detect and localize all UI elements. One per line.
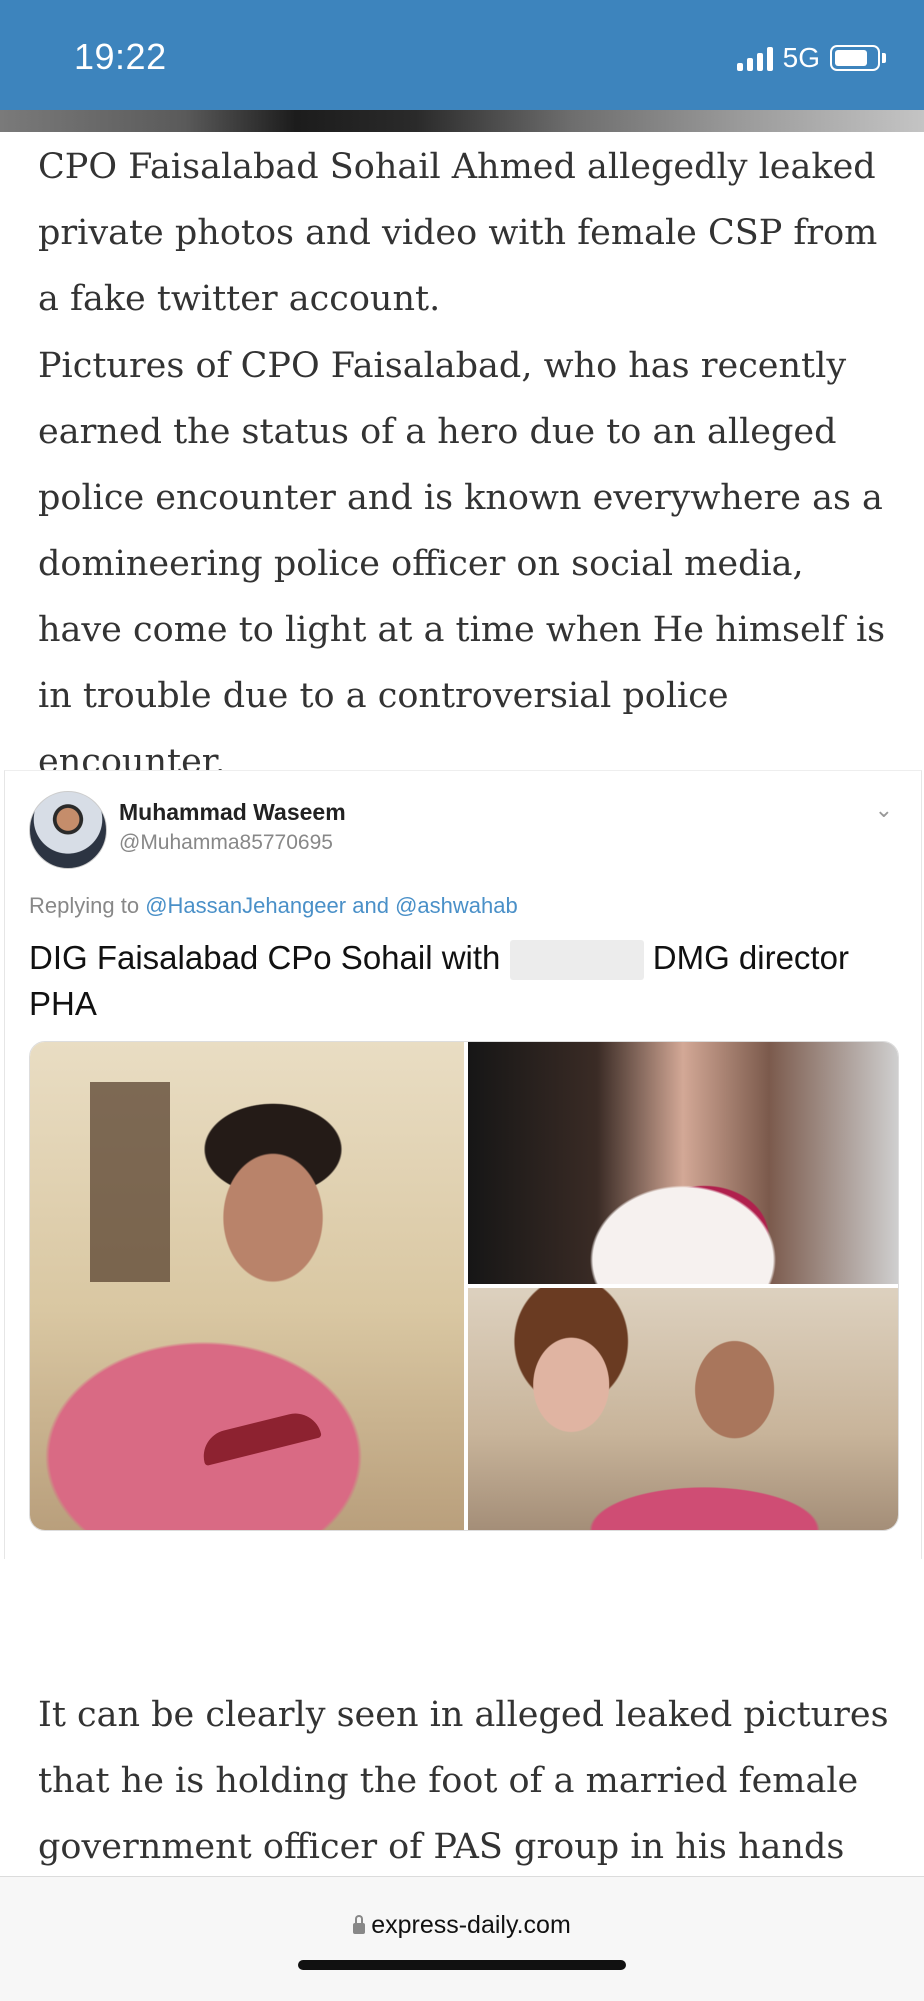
embedded-tweet[interactable]: Muhammad Waseem @Muhamma85770695 ⌄ Reply… <box>4 770 922 1559</box>
tweet-text: DIG Faisalabad CPo Sohail with DMG direc… <box>29 935 889 1027</box>
battery-icon <box>830 45 886 71</box>
article-paragraph-1: CPO Faisalabad Sohail Ahmed allegedly le… <box>38 147 878 319</box>
reply-mention-2[interactable]: @ashwahab <box>395 893 518 918</box>
status-time: 19:22 <box>74 36 167 77</box>
url-display[interactable]: express-daily.com <box>0 1911 924 1940</box>
tweet-author-name[interactable]: Muhammad Waseem <box>119 799 346 826</box>
lock-icon <box>353 1915 366 1934</box>
home-indicator[interactable] <box>298 1960 626 1970</box>
browser-address-bar[interactable]: express-daily.com <box>0 1876 924 2001</box>
tweet-author-handle[interactable]: @Muhamma85770695 <box>119 831 333 855</box>
reply-mention-1[interactable]: @HassanJehangeer <box>145 893 346 918</box>
avatar[interactable] <box>29 791 107 869</box>
chevron-down-icon[interactable]: ⌄ <box>875 797 893 823</box>
tweet-text-before: DIG Faisalabad CPo Sohail with <box>29 939 501 976</box>
tweet-photo-1[interactable] <box>30 1042 464 1530</box>
redaction-block <box>509 940 644 981</box>
tweet-photo-2[interactable] <box>468 1042 898 1284</box>
url-text[interactable]: express-daily.com <box>371 1911 571 1939</box>
tweet-photo-grid[interactable] <box>29 1041 899 1531</box>
reply-prefix: Replying to <box>29 893 140 918</box>
tweet-photo-3[interactable] <box>468 1288 898 1530</box>
network-type: 5G <box>782 42 820 73</box>
reply-and: and <box>352 893 389 918</box>
article-paragraph-2: Pictures of CPO Faisalabad, who has rece… <box>38 346 886 782</box>
header-image-strip <box>0 110 924 132</box>
status-indicators: 5G <box>736 42 886 74</box>
status-bar: 19:22 5G <box>0 0 924 110</box>
signal-icon <box>736 45 773 71</box>
tweet-reply-line: Replying to @HassanJehangeer and @ashwah… <box>29 893 518 919</box>
